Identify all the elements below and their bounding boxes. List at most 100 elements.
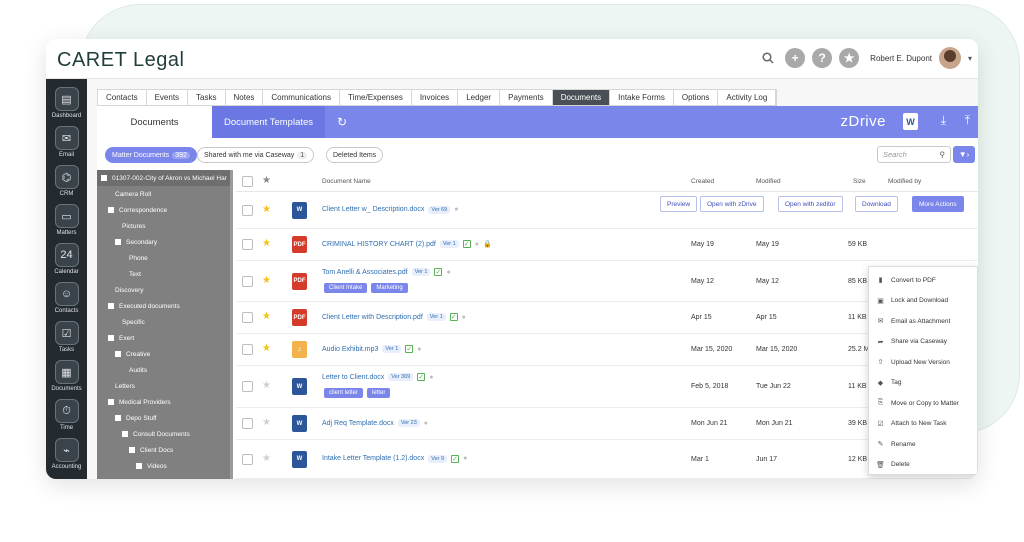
document-link[interactable]: Client Letter with Description.pdf Ver 1 ✓… — [322, 313, 466, 321]
row-checkbox[interactable] — [242, 344, 253, 355]
shared-filter[interactable]: Shared with me via Caseway 1 — [197, 147, 315, 163]
select-all-checkbox[interactable] — [242, 176, 253, 187]
document-name[interactable]: CRIMINAL HISTORY CHART (2).pdf — [322, 241, 436, 248]
tab-ledger[interactable]: Ledger — [458, 90, 501, 105]
collapse-icon[interactable] — [115, 351, 121, 357]
document-link[interactable]: Audio Exhibit.mp3 Ver 1 ✓ ● — [322, 345, 422, 353]
tab-document-templates[interactable]: Document Templates — [212, 106, 325, 138]
document-link[interactable]: Letter to Client.docx Ver 369 ✓ ● — [322, 373, 433, 381]
star-icon[interactable]: ★ — [262, 204, 271, 215]
comment-icon[interactable]: ● — [454, 206, 458, 213]
tab-time-expenses[interactable]: Time/Expenses — [340, 90, 412, 105]
comment-icon[interactable]: ● — [463, 455, 467, 462]
tree-folder[interactable]: Audits — [97, 362, 147, 378]
menu-item-convert-to-pdf[interactable]: ▮ Convert to PDF — [869, 270, 978, 290]
row-checkbox[interactable] — [242, 204, 253, 216]
upload-icon[interactable]: ⤒ — [965, 113, 970, 128]
document-link[interactable]: Intake Letter Template (1.2).docx Ver 9 ✓ ● — [322, 454, 467, 463]
menu-item-share-via-caseway[interactable]: ➦ Share via Caseway — [869, 332, 978, 352]
tree-folder[interactable]: Specific — [97, 314, 145, 330]
tree-folder[interactable]: Correspondence — [97, 202, 167, 218]
user-avatar[interactable] — [938, 47, 961, 69]
menu-item-upload-new-version[interactable]: ⇧ Upload New Version — [869, 352, 978, 372]
column-modified-by[interactable]: Modified by — [888, 178, 921, 185]
menu-item-lock-and-download[interactable]: ▣ Lock and Download — [869, 291, 978, 311]
tree-folder[interactable]: Text — [97, 266, 141, 282]
star-icon[interactable]: ★ — [262, 311, 271, 322]
tree-folder[interactable]: Camera Roll — [97, 186, 151, 202]
column-modified[interactable]: Modified — [756, 178, 781, 185]
version-badge[interactable]: Ver 23 — [397, 419, 420, 427]
tab-documents[interactable]: Documents — [552, 90, 611, 105]
menu-item-delete[interactable]: 🗑 Delete — [869, 455, 978, 475]
document-name[interactable]: Client Letter with Description.pdf — [322, 314, 423, 321]
row-checkbox[interactable] — [242, 418, 253, 429]
sidebar-item-contacts[interactable]: ☺ Contacts — [46, 280, 87, 320]
version-badge[interactable]: Ver 1 — [439, 240, 459, 248]
table-row[interactable]: ★ PDF CRIMINAL HISTORY CHART (2).pdf Ver 1 ✓… — [236, 229, 978, 261]
version-badge[interactable]: Ver 69 — [428, 205, 451, 214]
search-icon[interactable]: ⚲ — [940, 150, 946, 159]
comment-icon[interactable]: ● — [475, 241, 479, 248]
star-icon[interactable]: ★ — [262, 453, 271, 464]
column-created[interactable]: Created — [691, 178, 714, 185]
tab-payments[interactable]: Payments — [500, 90, 553, 105]
table-row[interactable]: ★ W Intake Letter Template (1.2).docx Ver 9… — [236, 440, 978, 479]
table-row[interactable]: ★ PDF Client Letter with Description.pdf Ve… — [236, 302, 978, 334]
row-checkbox[interactable] — [242, 381, 253, 392]
tag-chip[interactable]: Client Intake — [324, 283, 368, 293]
tree-folder[interactable]: Executed documents — [97, 298, 180, 314]
word-icon[interactable]: W — [903, 113, 918, 130]
document-link[interactable]: Tom Anelli & Associates.pdf Ver 1 ✓ ● — [322, 268, 451, 276]
refresh-icon[interactable]: ↻ — [337, 115, 347, 129]
help-icon[interactable]: ? — [812, 48, 833, 68]
comment-icon[interactable]: ● — [424, 420, 428, 427]
document-name[interactable]: Client Letter w_ Description.docx — [322, 206, 424, 213]
sidebar-item-email[interactable]: ✉ Email — [46, 124, 87, 164]
zdrive-logo[interactable]: zDrive — [840, 113, 886, 130]
menu-item-tag[interactable]: ◆ Tag — [869, 373, 978, 393]
search-icon[interactable] — [758, 48, 778, 68]
document-link[interactable]: Client Letter w_ Description.docx Ver 69 ● — [322, 205, 458, 214]
document-link[interactable]: CRIMINAL HISTORY CHART (2).pdf Ver 1 ✓ ● 🔒 — [322, 240, 492, 248]
comment-icon[interactable]: ● — [446, 269, 450, 276]
tree-folder[interactable]: Videos — [97, 458, 167, 474]
collapse-icon[interactable] — [108, 207, 114, 213]
star-icon[interactable]: ★ — [262, 238, 271, 249]
tree-folder[interactable]: Client Docs — [97, 442, 173, 458]
sidebar-item-crm[interactable]: ⌬ CRM — [46, 163, 87, 203]
collapse-icon[interactable] — [136, 463, 142, 469]
search-input[interactable]: Search ⚲ — [877, 146, 951, 163]
table-row[interactable]: ★ W Letter to Client.docx Ver 369 ✓ ● client l… — [236, 366, 978, 408]
open-zdrive-button[interactable]: Open with zDrive — [700, 196, 764, 212]
table-row[interactable]: ★ ♫ Audio Exhibit.mp3 Ver 1 ✓ ● Mar 15, 2020 Ma… — [236, 334, 978, 366]
star-icon[interactable]: ★ — [262, 380, 271, 391]
open-zeditor-button[interactable]: Open with zeditor — [778, 196, 843, 212]
download-button[interactable]: Download — [855, 196, 898, 212]
menu-item-move-or-copy-to-matter[interactable]: ⎘ Move or Copy to Matter — [869, 393, 978, 413]
star-icon[interactable]: ★ — [262, 343, 271, 354]
tree-folder[interactable]: Medical Providers — [97, 394, 171, 410]
tab-contacts[interactable]: Contacts — [98, 90, 147, 105]
tab-activity-log[interactable]: Activity Log — [718, 90, 777, 105]
tab-communications[interactable]: Communications — [263, 90, 340, 105]
preview-button[interactable]: Preview — [660, 196, 698, 212]
table-row[interactable]: ★ W Client Letter w_ Description.docx Ver 6… — [236, 192, 978, 229]
add-icon[interactable]: + — [785, 48, 806, 68]
filter-icon[interactable]: ▼› — [953, 146, 975, 163]
user-name[interactable]: Robert E. Dupont — [870, 54, 932, 63]
row-checkbox[interactable] — [242, 239, 253, 250]
chevron-down-icon[interactable]: ▾ — [968, 54, 972, 63]
tree-folder[interactable]: Consult Documents — [97, 426, 190, 442]
sidebar-item-time[interactable]: ⏱ Time — [46, 397, 87, 437]
collapse-icon[interactable] — [115, 415, 121, 421]
tab-events[interactable]: Events — [147, 90, 189, 105]
download-icon[interactable]: ⤓ — [941, 113, 946, 128]
tree-folder[interactable]: Discovery — [97, 282, 144, 298]
collapse-icon[interactable] — [115, 239, 121, 245]
document-name[interactable]: Adj Req Template.docx — [322, 420, 394, 427]
more-actions-button[interactable]: More Actions — [912, 196, 964, 212]
tag-chip[interactable]: Marketing — [371, 283, 408, 293]
tab-tasks[interactable]: Tasks — [188, 90, 226, 105]
tab-options[interactable]: Options — [674, 90, 719, 105]
